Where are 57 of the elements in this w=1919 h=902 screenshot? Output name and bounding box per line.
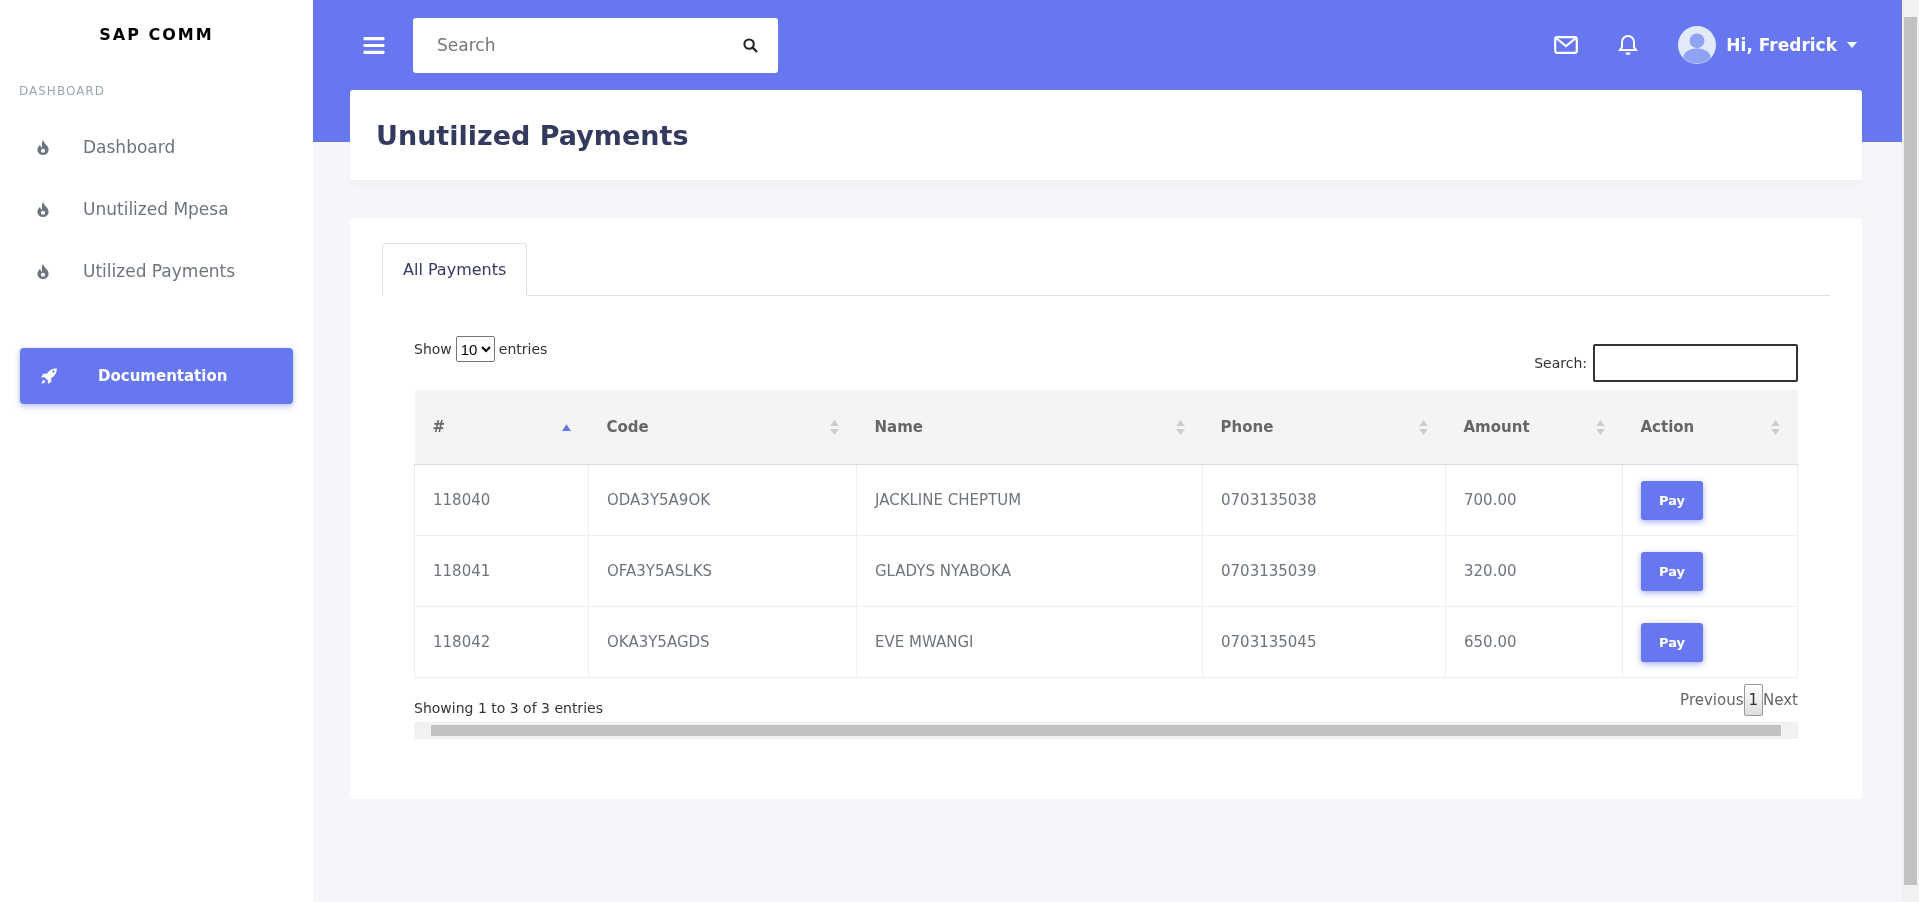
table-cell: 650.00 bbox=[1464, 633, 1517, 651]
table-cell: ODA3Y5A9OK bbox=[607, 491, 711, 509]
next-link[interactable]: Next bbox=[1763, 691, 1798, 709]
flame-icon bbox=[37, 139, 49, 155]
table-cell: OFA3Y5ASLKS bbox=[607, 562, 713, 580]
table-cell: 0703135045 bbox=[1221, 633, 1317, 651]
column-header[interactable]: Amount bbox=[1445, 390, 1623, 465]
previous-link[interactable]: Previous bbox=[1680, 691, 1744, 709]
table-cell: GLADYS NYABOKA bbox=[875, 562, 1011, 580]
table-cell: 118040 bbox=[433, 491, 491, 509]
flame-icon bbox=[37, 201, 49, 217]
search-icon bbox=[743, 37, 758, 53]
pay-button[interactable]: Pay bbox=[1641, 480, 1704, 520]
column-header[interactable]: Action bbox=[1622, 390, 1798, 465]
column-header[interactable]: Code bbox=[588, 390, 857, 465]
table-cell: EVE MWANGI bbox=[875, 633, 974, 651]
flame-icon bbox=[37, 263, 49, 279]
page-link[interactable]: 1 bbox=[1743, 684, 1764, 716]
sidebar-item[interactable]: Dashboard bbox=[0, 116, 313, 178]
pay-button[interactable]: Pay bbox=[1641, 551, 1704, 591]
page-title: Unutilized Payments bbox=[376, 119, 689, 151]
pay-button[interactable]: Pay bbox=[1641, 622, 1704, 662]
table-cell: 320.00 bbox=[1464, 562, 1517, 580]
column-header[interactable]: Name bbox=[856, 390, 1203, 465]
search-button[interactable] bbox=[723, 17, 778, 73]
table-info: Showing 1 to 3 of 3 entries bbox=[414, 700, 603, 716]
page-size-select[interactable]: 10 bbox=[455, 336, 495, 362]
table-cell: 0703135038 bbox=[1221, 491, 1317, 509]
avatar-icon[interactable] bbox=[1678, 26, 1717, 64]
vertical-scrollbar[interactable] bbox=[1902, 0, 1919, 902]
sidebar-item[interactable]: Utilized Payments bbox=[0, 240, 313, 302]
column-header[interactable]: # bbox=[414, 390, 589, 465]
sort-ascending-icon[interactable] bbox=[561, 423, 571, 431]
table-cell: 0703135039 bbox=[1221, 562, 1317, 580]
show-label: Show bbox=[414, 341, 452, 357]
search-field[interactable]: Search bbox=[413, 17, 723, 73]
entries-label: entries bbox=[498, 341, 548, 357]
table-cell: JACKLINE CHEPTUM bbox=[875, 491, 1022, 509]
section-label: DASHBOARD bbox=[19, 84, 106, 98]
table-cell: 118042 bbox=[433, 633, 491, 651]
user-menu[interactable]: Hi, Fredrick bbox=[1726, 35, 1837, 55]
caret-icon[interactable] bbox=[1847, 42, 1857, 48]
tab[interactable]: All Payments bbox=[382, 243, 528, 296]
rocket-icon bbox=[40, 367, 58, 385]
sidebar-item[interactable]: Unutilized Mpesa bbox=[0, 178, 313, 240]
horizontal-scrollbar[interactable] bbox=[414, 722, 1798, 739]
table-cell: OKA3Y5AGDS bbox=[607, 633, 710, 651]
table-cell: 700.00 bbox=[1464, 491, 1517, 509]
table-search-field[interactable] bbox=[1593, 344, 1798, 382]
documentation-button[interactable]: Documentation bbox=[20, 348, 293, 404]
table-cell: 118041 bbox=[433, 562, 491, 580]
bell-icon[interactable] bbox=[1618, 34, 1639, 56]
menu-icon[interactable] bbox=[363, 35, 385, 55]
column-header[interactable]: Phone bbox=[1202, 390, 1446, 465]
search-label: Search: bbox=[1534, 355, 1587, 371]
brand-title: SAP COMM bbox=[98, 25, 215, 44]
mail-icon[interactable] bbox=[1554, 36, 1579, 54]
